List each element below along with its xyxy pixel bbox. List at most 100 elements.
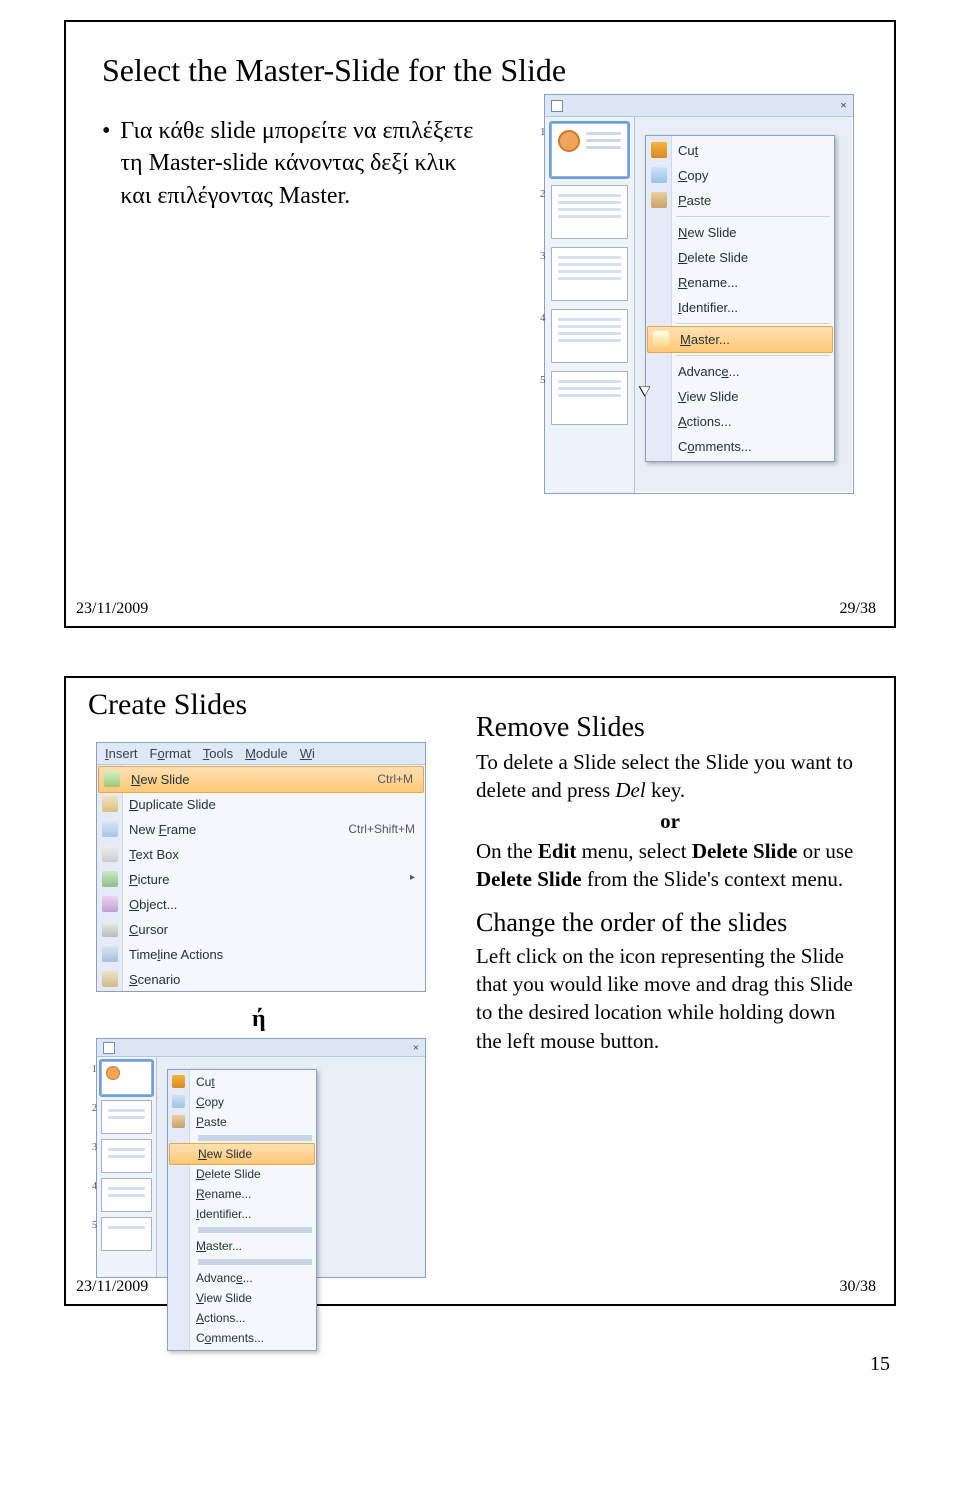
menu-item-comments-[interactable]: Comments... <box>646 434 834 459</box>
menu-item-rename-[interactable]: Rename... <box>168 1184 316 1204</box>
menu-item-delete-slide[interactable]: Delete Slide <box>168 1164 316 1184</box>
menu-item-cut[interactable]: Cut <box>168 1072 316 1092</box>
slide-thumb-5[interactable]: 5 <box>551 371 628 425</box>
menubar-wi[interactable]: Wi <box>300 746 315 761</box>
change-order-body: Left click on the icon representing the … <box>476 942 864 1055</box>
close-icon[interactable]: × <box>840 98 847 113</box>
thumb-num: 2 <box>540 188 546 200</box>
ico-cur-icon <box>102 921 118 937</box>
close-icon[interactable]: × <box>413 1042 419 1054</box>
menu-item-copy[interactable]: Copy <box>168 1092 316 1112</box>
context-menu-2[interactable]: CutCopyPaste New SlideDelete SlideRename.… <box>167 1069 317 1351</box>
bullet-dot: • <box>102 115 110 212</box>
menubar-tools[interactable]: Tools <box>203 746 233 761</box>
change-order-title: Change the order of the slides <box>476 908 864 938</box>
thumb-num: 1 <box>540 126 546 138</box>
menu-item-new-slide[interactable]: New Slide <box>646 220 834 245</box>
menu-item-actions-[interactable]: Actions... <box>168 1308 316 1328</box>
slide1-title: Select the Master-Slide for the Slide <box>102 52 858 89</box>
thumb-num: 4 <box>92 1181 97 1192</box>
slide-thumb-4[interactable]: 4 <box>101 1178 152 1212</box>
menu-item-master-[interactable]: Master... <box>647 326 833 353</box>
menubar-insert[interactable]: Insert <box>105 746 138 761</box>
page-number: 15 <box>870 1353 890 1376</box>
ico-frame-icon <box>102 821 118 837</box>
slide-thumb-3[interactable]: 3 <box>551 247 628 301</box>
avatar-icon <box>106 1066 120 1080</box>
slide-1: Select the Master-Slide for the Slide • … <box>64 20 896 628</box>
menu-item-actions-[interactable]: Actions... <box>646 409 834 434</box>
thumb-num: 5 <box>92 1220 97 1231</box>
slide-thumb-2[interactable]: 2 <box>101 1100 152 1134</box>
menu-item-master-[interactable]: Master... <box>168 1236 316 1256</box>
slide-thumb-2[interactable]: 2 <box>551 185 628 239</box>
greek-or: ή <box>252 1006 266 1033</box>
menu-item-advance-[interactable]: Advance... <box>646 359 834 384</box>
menu-item-new-slide[interactable]: New SlideCtrl+M <box>98 766 424 793</box>
ico-new-icon <box>104 771 120 787</box>
ico-copy-icon <box>651 167 667 183</box>
menu-item-rename-[interactable]: Rename... <box>646 270 834 295</box>
slide-thumb-1[interactable]: 1 <box>101 1061 152 1095</box>
menu-item-duplicate-slide[interactable]: Duplicate Slide <box>97 792 425 817</box>
menu-item-copy[interactable]: Copy <box>646 163 834 188</box>
ico-sc-icon <box>102 971 118 987</box>
panel-header: × <box>545 95 853 117</box>
insert-menu-screenshot: Insert Format Tools Module Wi New SlideCtrl+… <box>96 742 426 992</box>
menu-item-view-slide[interactable]: View Slide <box>646 384 834 409</box>
menu-item-cut[interactable]: Cut <box>646 138 834 163</box>
thumb-num: 3 <box>92 1142 97 1153</box>
menu-item-scenario[interactable]: Scenario <box>97 967 425 992</box>
context-menu-screenshot-2: × 1 2 3 4 5 CutCopyPaste New SlideDelete … <box>96 1038 426 1278</box>
slide1-footer: 23/11/2009 29/38 <box>76 600 876 618</box>
thumb-num: 1 <box>92 1064 97 1075</box>
ico-obj-icon <box>102 896 118 912</box>
context-menu[interactable]: CutCopyPaste New SlideDelete SlideRename.… <box>645 135 835 462</box>
slide-thumb-5[interactable]: 5 <box>101 1217 152 1251</box>
menubar-format[interactable]: Format <box>150 746 191 761</box>
slide2-right-column: Remove Slides To delete a Slide select t… <box>476 706 864 1055</box>
ico-cut-icon <box>172 1075 185 1088</box>
or-label: or <box>476 807 864 835</box>
menu-item-delete-slide[interactable]: Delete Slide <box>646 245 834 270</box>
thumb-num: 5 <box>540 374 546 386</box>
ico-paste-icon <box>172 1115 185 1128</box>
menu-item-new-frame[interactable]: New FrameCtrl+Shift+M <box>97 817 425 842</box>
ico-copy-icon <box>172 1095 185 1108</box>
menu-item-timeline-actions[interactable]: Timeline Actions <box>97 942 425 967</box>
footer-date: 23/11/2009 <box>76 1278 148 1296</box>
menu-item-object-[interactable]: Object... <box>97 892 425 917</box>
thumb-num: 3 <box>540 250 546 262</box>
menu-item-text-box[interactable]: Text Box <box>97 842 425 867</box>
slide-thumb-1[interactable]: 1 <box>551 123 628 177</box>
ico-tl-icon <box>102 946 118 962</box>
remove-slides-body-2: On the Edit menu, select Delete Slide or… <box>476 837 864 894</box>
remove-slides-title: Remove Slides <box>476 712 864 744</box>
menu-item-picture[interactable]: Picture▸ <box>97 867 425 892</box>
thumbnail-column: 1 2 3 4 5 <box>545 117 635 493</box>
thumb-num: 4 <box>540 312 546 324</box>
menu-item-paste[interactable]: Paste <box>646 188 834 213</box>
footer-page: 30/38 <box>840 1278 876 1296</box>
footer-page: 29/38 <box>840 600 876 618</box>
ico-cut-icon <box>651 142 667 158</box>
slide2-footer: 23/11/2009 30/38 <box>76 1278 876 1296</box>
menu-item-comments-[interactable]: Comments... <box>168 1328 316 1348</box>
menu-item-paste[interactable]: Paste <box>168 1112 316 1132</box>
slide-2: Create Slides InsertFormatToolsModuleWi … <box>64 676 896 1306</box>
slide-thumb-4[interactable]: 4 <box>551 309 628 363</box>
menu-item-cursor[interactable]: Cursor <box>97 917 425 942</box>
avatar-icon <box>558 130 580 152</box>
menubar[interactable]: Insert Format Tools Module Wi <box>97 743 425 765</box>
menu-item-new-slide[interactable]: New Slide <box>169 1143 315 1165</box>
menubar-module[interactable]: Module <box>245 746 288 761</box>
ico-paste-icon <box>651 192 667 208</box>
footer-date: 23/11/2009 <box>76 600 148 618</box>
panel-tab-icon <box>103 1042 115 1054</box>
slide-thumb-3[interactable]: 3 <box>101 1139 152 1173</box>
menu-item-identifier-[interactable]: Identifier... <box>168 1204 316 1224</box>
remove-slides-body: To delete a Slide select the Slide you w… <box>476 748 864 805</box>
panel-tab-icon <box>551 100 563 112</box>
menu-item-identifier-[interactable]: Identifier... <box>646 295 834 320</box>
slide1-screenshot: × 1 2 3 4 <box>544 94 854 494</box>
